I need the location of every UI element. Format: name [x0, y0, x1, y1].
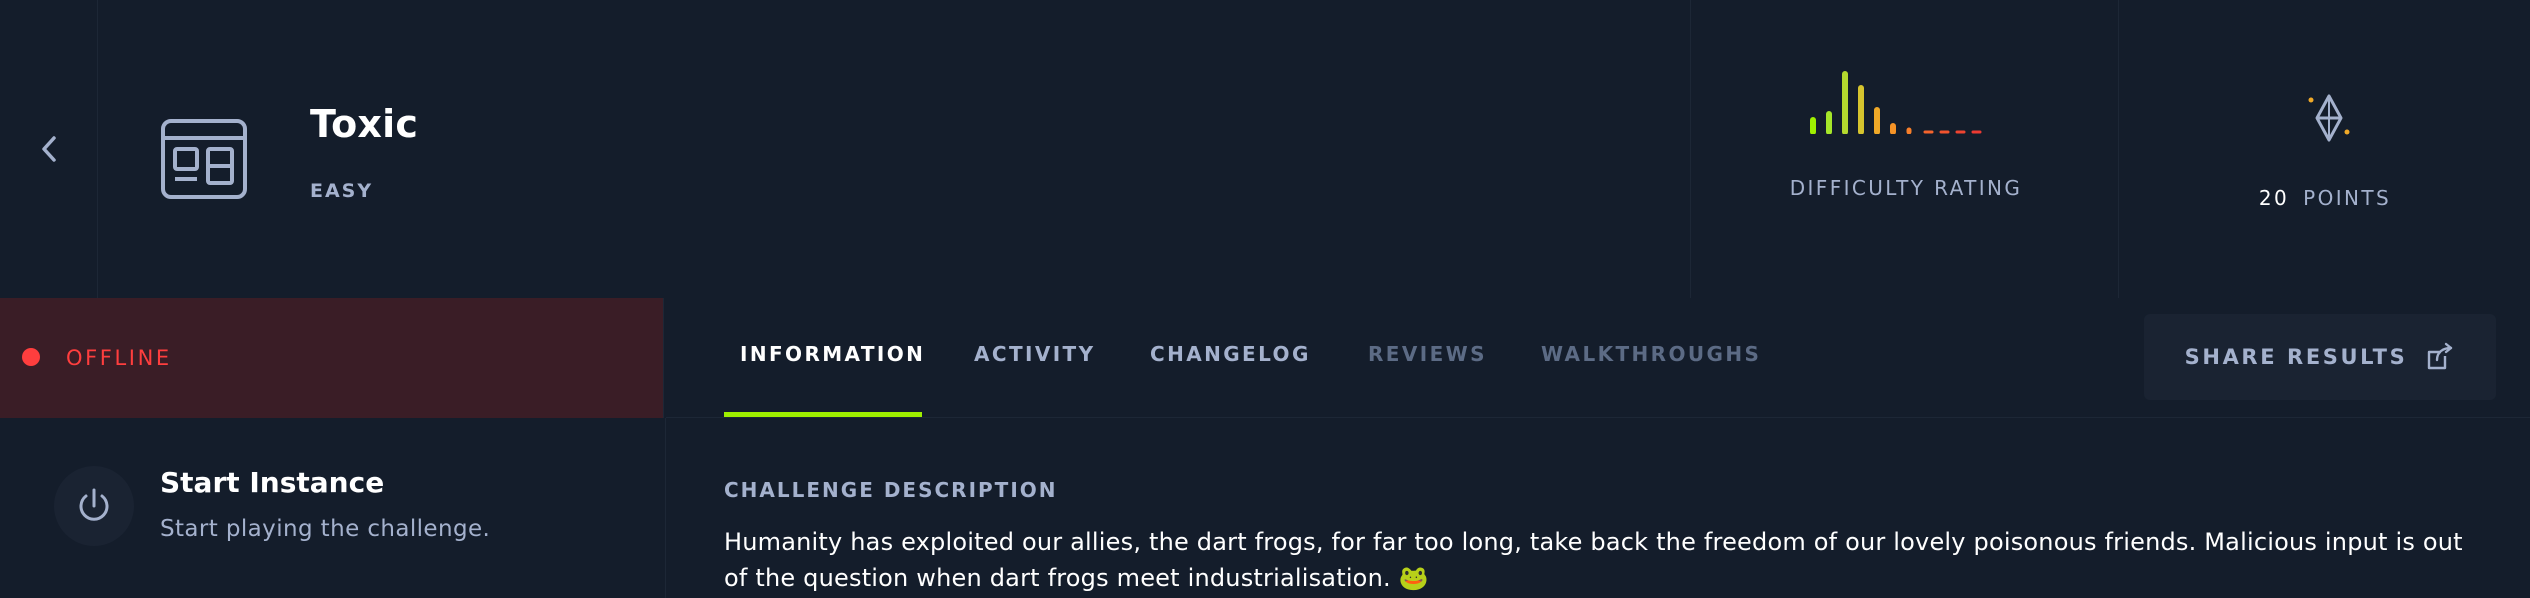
points-panel: 20 POINTS — [2118, 0, 2530, 298]
points-value: 20 — [2258, 186, 2290, 210]
status-text: OFFLINE — [66, 346, 172, 370]
start-instance-title[interactable]: Start Instance — [160, 466, 384, 499]
tab-reviews[interactable]: REVIEWS — [1368, 342, 1487, 366]
power-icon — [79, 488, 109, 521]
start-instance-button[interactable] — [54, 466, 134, 546]
back-button[interactable] — [0, 0, 98, 298]
difficulty-label: EASY — [310, 180, 374, 202]
status-indicator-dot — [22, 348, 40, 366]
challenge-description-heading: CHALLENGE DESCRIPTION — [724, 478, 1058, 502]
web-window-icon — [161, 119, 247, 199]
challenge-title: Toxic — [310, 102, 419, 146]
share-results-label: SHARE RESULTS — [2184, 345, 2408, 369]
tab-changelog[interactable]: CHANGELOG — [1150, 342, 1311, 366]
challenge-description-text: Humanity has exploited our allies, the d… — [724, 528, 2463, 592]
tab-activity[interactable]: ACTIVITY — [974, 342, 1096, 366]
active-tab-indicator — [724, 412, 922, 417]
chevron-left-icon — [41, 136, 56, 162]
difficulty-rating-chart — [1810, 71, 1982, 134]
tab-walkthroughs[interactable]: WALKTHROUGHS — [1541, 342, 1761, 366]
share-external-icon — [2428, 342, 2453, 370]
difficulty-rating-panel: DIFFICULTY RATING — [1690, 0, 2120, 298]
challenge-header: Toxic EASY DIFFICULTY RATING 20 POINTS — [0, 0, 2530, 298]
diamond-icon — [2308, 94, 2350, 142]
points-label: POINTS — [2303, 186, 2392, 210]
share-results-button[interactable]: SHARE RESULTS — [2144, 314, 2496, 400]
start-instance-subtitle: Start playing the challenge. — [160, 516, 491, 542]
difficulty-rating-label: DIFFICULTY RATING — [1789, 176, 2023, 200]
tab-information[interactable]: INFORMATION — [740, 342, 925, 366]
points-display: 20 POINTS — [2119, 186, 2530, 210]
